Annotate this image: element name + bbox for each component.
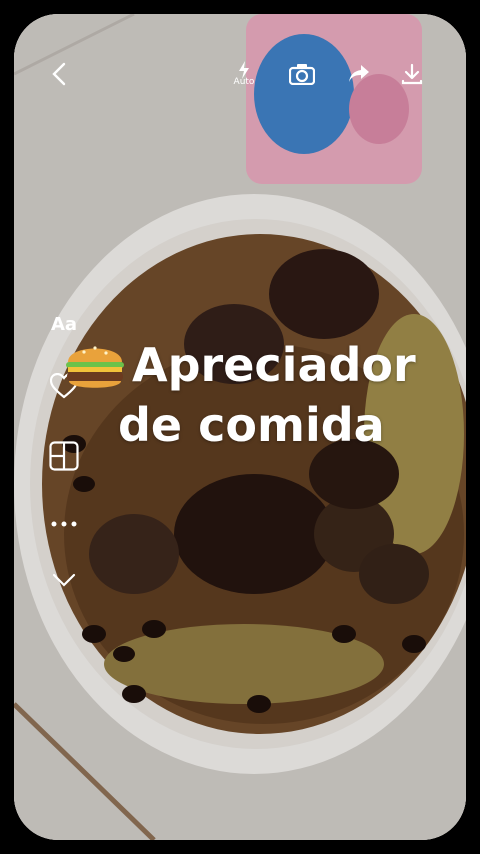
more-icon	[51, 521, 77, 527]
camera-icon	[289, 64, 315, 85]
flash-label: Auto	[233, 77, 255, 87]
more-button[interactable]	[44, 504, 84, 544]
top-toolbar: Auto	[14, 54, 466, 104]
caption-text[interactable]: Apreciador de comida	[62, 332, 462, 452]
expand-button[interactable]	[44, 560, 84, 600]
share-icon	[349, 65, 369, 82]
hamburger-icon	[66, 346, 124, 388]
download-button[interactable]	[392, 54, 432, 94]
download-icon	[401, 63, 423, 85]
chevron-left-icon	[52, 62, 66, 86]
caption-line-1-text: Apreciador	[132, 338, 416, 392]
caption-line-2: de comida	[118, 398, 385, 452]
caption-line-1: Apreciador	[62, 332, 462, 398]
chevron-down-icon	[52, 573, 76, 587]
back-button[interactable]	[40, 54, 80, 94]
phone-screen: Auto Aa Apreciador de comida	[14, 14, 466, 840]
flash-button[interactable]: Auto	[224, 54, 264, 94]
camera-button[interactable]	[282, 54, 322, 94]
share-button[interactable]	[339, 54, 379, 94]
